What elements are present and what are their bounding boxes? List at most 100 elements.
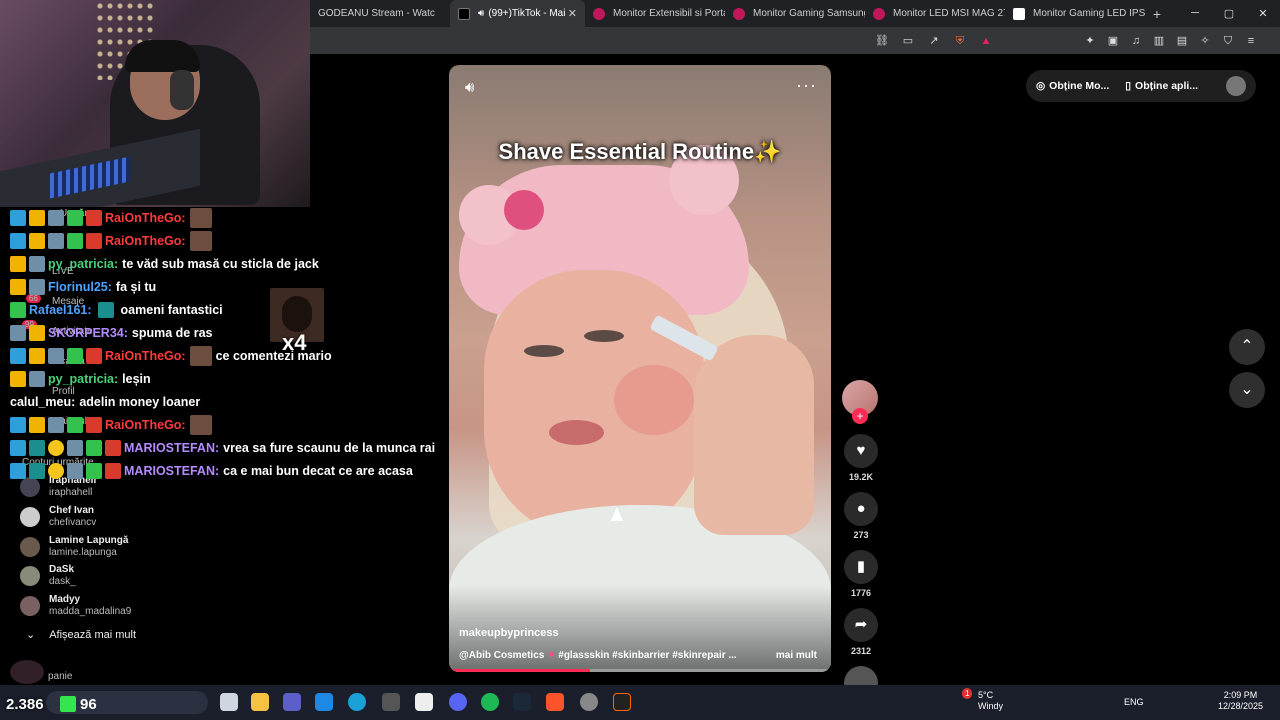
brave-rewards-icon[interactable]: ▲	[979, 34, 993, 48]
video-hashtags[interactable]: #glassskin #skinbarrier #skinrepair ...	[558, 650, 736, 661]
get-app-button[interactable]: Obține apli...	[1135, 80, 1198, 92]
comment-action[interactable]: ● 273	[842, 492, 880, 540]
chat-user: Rafael161:	[29, 303, 92, 317]
teams-icon[interactable]	[283, 693, 301, 711]
previous-video-button[interactable]: ⌃	[1229, 329, 1265, 365]
followed-account[interactable]: Lamine Lapungă lamine.lapunga	[20, 535, 128, 559]
crown-icon	[10, 371, 26, 387]
translate-icon[interactable]: ⛓	[875, 34, 889, 48]
phone-icon: ▯	[1125, 80, 1132, 92]
badge-icon	[29, 463, 45, 479]
chat-text: vrea sa fure scaunu de la munca rai	[223, 441, 436, 455]
brave-shield-icon[interactable]: ⛨	[953, 34, 967, 48]
creator-avatar[interactable]: +	[842, 380, 878, 424]
tab-label: Monitor Extensibil si Porta	[613, 8, 725, 19]
close-tab-icon[interactable]: ✕	[568, 7, 577, 20]
store-icon[interactable]	[315, 693, 333, 711]
chat-message: MARIOSTEFAN: vrea sa fure scaunu de la mu…	[10, 438, 435, 458]
account-user: dask_	[49, 576, 76, 587]
extensions-icon[interactable]: ✦	[1083, 34, 1097, 48]
comment-icon[interactable]: ●	[844, 492, 878, 526]
task-view-icon[interactable]	[220, 693, 238, 711]
comment-count: 273	[853, 530, 869, 540]
avatar	[20, 537, 40, 557]
video-more-button[interactable]: mai mult	[776, 650, 817, 661]
tab-monitor-3[interactable]: Monitor LED MSI MAG 27	[865, 0, 1005, 27]
cast-icon[interactable]: ▭	[901, 34, 915, 48]
badge-icon	[10, 348, 26, 364]
video-player[interactable]: 🔊︎ ··· Shave Essential Routine✨ makeupby…	[449, 65, 831, 672]
badge-icon	[10, 233, 26, 249]
crown-icon	[29, 233, 45, 249]
vpn-icon[interactable]: ⛉	[1221, 34, 1235, 48]
spotify-icon[interactable]	[481, 693, 499, 711]
minimize-icon[interactable]: ─	[1178, 7, 1212, 20]
maximize-icon[interactable]: ▢	[1212, 7, 1246, 20]
leo-icon[interactable]: ✧	[1198, 34, 1212, 48]
tab-tiktok[interactable]: 🔊︎ (99+)TikTok - Mai ✕	[450, 0, 585, 27]
tab-godeanu[interactable]: GODEANU Stream - Watc	[310, 0, 450, 27]
chat-message: MARIOSTEFAN: ca e mai bun decat ce are ac…	[10, 461, 413, 481]
followed-account[interactable]: Chef Ivan chefivancv	[20, 505, 96, 529]
obs-icon[interactable]	[580, 693, 598, 711]
weather-widget[interactable]: 1 5°C Windy	[962, 688, 1003, 712]
followed-account[interactable]: Madyy madda_madalina9	[20, 594, 131, 618]
tab-label: Monitor LED MSI MAG 27	[893, 8, 1005, 19]
chat-text: te văd sub masă cu sticla de jack	[122, 257, 319, 271]
video-mention[interactable]: @Abib Cosmetics	[459, 650, 544, 661]
camera-icon	[48, 233, 64, 249]
show-more-button[interactable]: ⌄ Afișează mai mult	[26, 628, 136, 641]
more-options-icon[interactable]: ···	[796, 75, 817, 96]
save-action[interactable]: ▮ 1776	[842, 550, 880, 598]
browser-toolbar: ⛓ ▭ ↗ ⛨ ▲ ✦ ▣ ♫ ▥ ▤ ✧ ⛉ ≡	[310, 27, 1280, 54]
taskbar-clock[interactable]: 2:09 PM 12/28/2025	[1218, 690, 1263, 712]
steam-icon[interactable]	[513, 693, 531, 711]
account-user: lamine.lapunga	[49, 547, 117, 558]
volume-icon[interactable]: 🔊︎	[465, 79, 474, 96]
video-author[interactable]: makeupbyprincess	[459, 627, 559, 639]
next-video-button[interactable]: ⌄	[1229, 372, 1265, 408]
followed-account[interactable]: DaSk dask_	[20, 564, 76, 588]
share-icon[interactable]: ➦	[844, 608, 878, 642]
file-explorer-icon[interactable]	[251, 693, 269, 711]
brave-icon[interactable]	[546, 693, 564, 711]
app-icon[interactable]	[382, 693, 400, 711]
tab-label: Monitor Gaming LED IPS	[1033, 8, 1145, 19]
sub-badge-icon	[86, 233, 102, 249]
close-window-icon[interactable]: ✕	[1246, 7, 1280, 20]
video-lips	[549, 420, 604, 445]
tab-monitor-1[interactable]: Monitor Extensibil si Porta	[585, 0, 725, 27]
wallet-icon[interactable]: ▤	[1175, 34, 1189, 48]
frog-emote-icon	[97, 302, 114, 318]
video-progress[interactable]	[449, 669, 831, 672]
profile-avatar[interactable]	[1226, 76, 1246, 96]
tab-monitor-4[interactable]: Monitor Gaming LED IPS	[1005, 0, 1145, 27]
like-action[interactable]: ♥ 19.2K	[842, 434, 880, 482]
camera-icon	[29, 371, 45, 387]
language-indicator[interactable]: ENG	[1124, 697, 1144, 707]
menu-icon[interactable]: ≡	[1244, 34, 1258, 48]
discord-icon[interactable]	[449, 693, 467, 711]
account-user: iraphahell	[49, 487, 93, 498]
calculator-icon[interactable]	[415, 693, 433, 711]
emag-favicon-icon	[593, 7, 605, 20]
get-coins-button[interactable]: Obține Mo...	[1049, 80, 1109, 92]
chat-message: RaiOnTheGo:	[10, 208, 212, 228]
share-action[interactable]: ➦ 2312	[842, 608, 880, 656]
audio-icon[interactable]: 🔊︎	[478, 8, 484, 19]
chat-text: ca e mai bun decat ce are acasa	[223, 464, 413, 478]
sidebar-icon[interactable]: ▥	[1152, 34, 1166, 48]
screenshot-icon[interactable]: ▣	[1106, 34, 1120, 48]
bookmark-icon[interactable]: ▮	[844, 550, 878, 584]
chat-user: RaiOnTheGo:	[105, 211, 186, 225]
edge-icon[interactable]	[348, 693, 366, 711]
share-icon[interactable]: ↗	[927, 34, 941, 48]
heart-icon[interactable]: ♥	[844, 434, 878, 468]
video-cheek	[614, 365, 694, 435]
tab-monitor-2[interactable]: Monitor Gaming Samsung	[725, 0, 865, 27]
app-icon[interactable]	[613, 693, 631, 711]
weather-temp: 5°C	[978, 690, 994, 700]
follow-plus-icon[interactable]: +	[852, 408, 868, 424]
music-icon[interactable]: ♫	[1129, 34, 1143, 48]
new-tab-button[interactable]: +	[1145, 6, 1169, 22]
